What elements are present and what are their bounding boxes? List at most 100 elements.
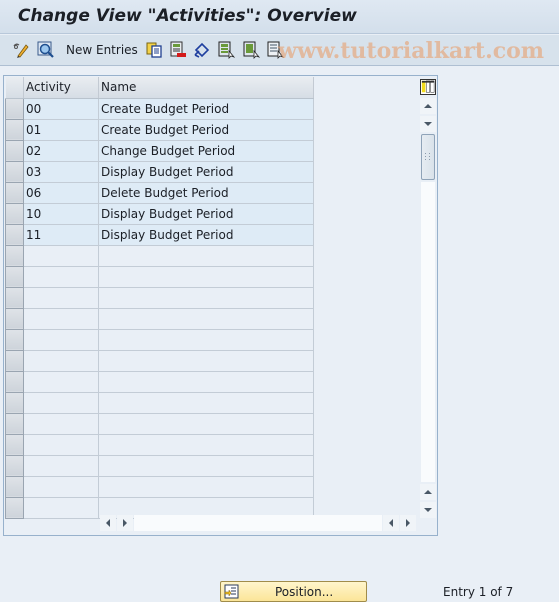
row-selector[interactable]	[5, 307, 24, 330]
name-cell[interactable]: Display Budget Period	[98, 203, 314, 225]
scroll-page-up-button[interactable]	[420, 484, 436, 500]
activity-cell[interactable]	[23, 371, 99, 393]
title-bar: Change View "Activities": Overview	[0, 0, 559, 34]
table-row	[5, 412, 314, 435]
name-cell[interactable]	[98, 476, 314, 498]
row-selector[interactable]	[5, 412, 24, 435]
name-cell[interactable]	[98, 245, 314, 267]
scroll-left-end-button[interactable]	[383, 515, 399, 531]
name-cell[interactable]: Create Budget Period	[98, 98, 314, 120]
select-block-icon[interactable]	[242, 41, 260, 59]
copy-as-icon[interactable]	[145, 41, 163, 59]
table-row	[5, 265, 314, 288]
scroll-page-down-button[interactable]	[420, 502, 436, 518]
table-row	[5, 349, 314, 372]
activity-cell[interactable]	[23, 455, 99, 477]
scroll-down-button[interactable]	[420, 116, 436, 132]
vertical-scrollbar[interactable]	[420, 98, 436, 518]
activity-cell[interactable]	[23, 245, 99, 267]
column-header-name[interactable]: Name	[98, 77, 314, 99]
horizontal-scrollbar[interactable]	[100, 515, 420, 531]
table-row: 01 Create Budget Period	[5, 118, 314, 141]
name-cell[interactable]: Display Budget Period	[98, 224, 314, 246]
activity-cell[interactable]	[23, 287, 99, 309]
table-control: Activity Name 00 Create Budget Period 01 Cr…	[3, 75, 438, 536]
row-selector[interactable]	[5, 475, 24, 498]
arrow-down-icon	[424, 122, 432, 126]
arrow-down-icon	[424, 508, 432, 512]
activity-cell[interactable]: 01	[23, 119, 99, 141]
activity-cell[interactable]	[23, 350, 99, 372]
activity-cell[interactable]: 10	[23, 203, 99, 225]
name-cell[interactable]	[98, 287, 314, 309]
activities-table: Activity Name 00 Create Budget Period 01 Cr…	[5, 77, 314, 519]
activity-cell[interactable]	[23, 476, 99, 498]
row-selector[interactable]	[5, 496, 24, 519]
page-title: Change View "Activities": Overview	[18, 6, 357, 26]
row-selector[interactable]	[5, 223, 24, 246]
table-row: 03 Display Budget Period	[5, 160, 314, 183]
scroll-thumb[interactable]	[421, 134, 435, 180]
activity-cell[interactable]	[23, 392, 99, 414]
column-configuration-icon[interactable]	[420, 79, 436, 95]
name-cell[interactable]	[98, 308, 314, 330]
name-cell[interactable]: Create Budget Period	[98, 119, 314, 141]
name-cell[interactable]	[98, 350, 314, 372]
row-selector[interactable]	[5, 370, 24, 393]
name-cell[interactable]	[98, 392, 314, 414]
undo-change-icon[interactable]	[193, 41, 211, 59]
scroll-up-button[interactable]	[420, 98, 436, 114]
delete-icon[interactable]	[169, 41, 187, 59]
name-cell[interactable]	[98, 413, 314, 435]
activity-cell[interactable]: 02	[23, 140, 99, 162]
activity-cell[interactable]	[23, 266, 99, 288]
row-selector[interactable]	[5, 244, 24, 267]
row-selector[interactable]	[5, 349, 24, 372]
select-all-rows-cell[interactable]	[5, 77, 24, 99]
table-row	[5, 244, 314, 267]
row-selector[interactable]	[5, 328, 24, 351]
row-selector[interactable]	[5, 160, 24, 183]
row-selector[interactable]	[5, 286, 24, 309]
name-cell[interactable]	[98, 434, 314, 456]
scroll-right-end-button[interactable]	[400, 515, 416, 531]
scroll-right-button[interactable]	[117, 515, 133, 531]
row-selector[interactable]	[5, 181, 24, 204]
row-selector[interactable]	[5, 97, 24, 120]
display-change-icon[interactable]	[12, 41, 30, 59]
scroll-track[interactable]	[421, 182, 435, 482]
name-cell[interactable]: Change Budget Period	[98, 140, 314, 162]
activity-cell[interactable]: 06	[23, 182, 99, 204]
column-header-activity[interactable]: Activity	[23, 77, 99, 99]
name-cell[interactable]	[98, 329, 314, 351]
activity-cell[interactable]	[23, 329, 99, 351]
table-row: 11 Display Budget Period	[5, 223, 314, 246]
name-cell[interactable]: Display Budget Period	[98, 161, 314, 183]
activity-cell[interactable]	[23, 434, 99, 456]
activity-cell[interactable]	[23, 413, 99, 435]
name-cell[interactable]	[98, 371, 314, 393]
name-cell[interactable]: Delete Budget Period	[98, 182, 314, 204]
position-button[interactable]: Position...	[220, 581, 367, 602]
table-row	[5, 307, 314, 330]
scroll-left-button[interactable]	[100, 515, 116, 531]
row-selector[interactable]	[5, 391, 24, 414]
activity-cell[interactable]: 00	[23, 98, 99, 120]
row-selector[interactable]	[5, 265, 24, 288]
row-selector[interactable]	[5, 202, 24, 225]
name-cell[interactable]	[98, 266, 314, 288]
details-icon[interactable]	[37, 41, 55, 59]
activity-cell[interactable]	[23, 497, 99, 519]
table-row	[5, 433, 314, 456]
horizontal-scroll-track[interactable]	[134, 515, 382, 531]
row-selector[interactable]	[5, 433, 24, 456]
activity-cell[interactable]	[23, 308, 99, 330]
new-entries-button[interactable]: New Entries	[66, 43, 138, 57]
activity-cell[interactable]: 03	[23, 161, 99, 183]
activity-cell[interactable]: 11	[23, 224, 99, 246]
row-selector[interactable]	[5, 118, 24, 141]
row-selector[interactable]	[5, 454, 24, 477]
select-all-icon[interactable]	[217, 41, 235, 59]
name-cell[interactable]	[98, 455, 314, 477]
row-selector[interactable]	[5, 139, 24, 162]
